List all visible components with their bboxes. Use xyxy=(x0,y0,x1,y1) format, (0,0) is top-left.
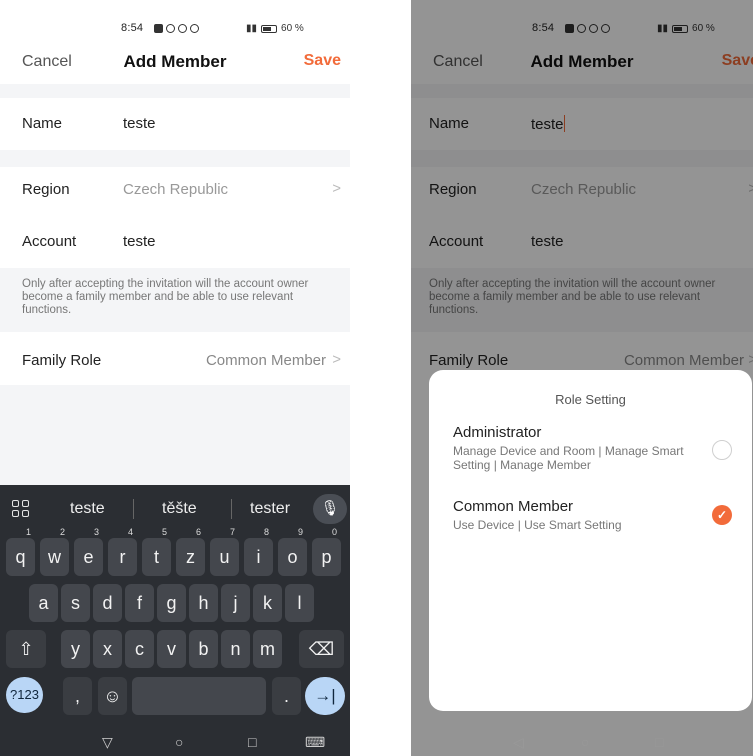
key-g[interactable]: g xyxy=(157,584,186,622)
role-option-desc: Use Device | Use Smart Setting xyxy=(453,518,622,532)
key-t[interactable]: t5 xyxy=(142,528,171,576)
comma-key[interactable]: , xyxy=(63,677,92,715)
nav-recents-icon[interactable]: □ xyxy=(248,734,256,750)
name-label: Name xyxy=(22,115,63,132)
key-c[interactable]: c xyxy=(125,630,154,668)
keyboard-switch-icon[interactable]: ⌨ xyxy=(305,734,325,751)
suggestion-item[interactable]: tester xyxy=(250,500,290,518)
key-p[interactable]: p0 xyxy=(312,528,341,576)
key-i[interactable]: i8 xyxy=(244,528,273,576)
section-divider xyxy=(0,150,350,167)
app-notification-icon xyxy=(178,24,187,33)
key-d[interactable]: d xyxy=(93,584,122,622)
page-title: Add Member xyxy=(123,52,227,71)
key-n[interactable]: n xyxy=(221,630,250,668)
key-b[interactable]: b xyxy=(189,630,218,668)
shift-icon[interactable]: ⇧ xyxy=(6,630,46,668)
key-row-3: ⇧ y x c v b n m ⌫ xyxy=(0,630,350,670)
key-s[interactable]: s xyxy=(61,584,90,622)
sheet-title: Role Setting xyxy=(555,392,626,407)
save-button[interactable]: Save xyxy=(304,52,341,70)
name-input[interactable]: teste xyxy=(123,115,156,132)
num-symbols-key[interactable]: ?123 xyxy=(6,677,43,713)
radio-unchecked-icon[interactable] xyxy=(712,440,732,460)
account-label: Account xyxy=(22,233,77,250)
space-key[interactable] xyxy=(132,677,266,715)
notification-icons xyxy=(154,24,199,33)
key-e[interactable]: e3 xyxy=(74,528,103,576)
key-v[interactable]: v xyxy=(157,630,186,668)
name-row[interactable]: Name teste xyxy=(0,101,350,147)
soft-keyboard: teste těšte tester 🎙 q1 w2 e3 r4 t5 z6 u… xyxy=(0,485,350,756)
key-o[interactable]: o9 xyxy=(278,528,307,576)
key-w[interactable]: w2 xyxy=(40,528,69,576)
left-screen: 8:54 ▮▮ 60 % Cancel Add Member Save Name… xyxy=(0,0,350,756)
emoji-icon[interactable]: ☺ xyxy=(98,677,127,715)
backspace-icon[interactable]: ⌫ xyxy=(299,630,344,668)
signal-icon: ▮▮ xyxy=(246,23,258,34)
role-option-administrator[interactable]: Administrator Manage Device and Room | M… xyxy=(453,424,732,472)
period-key[interactable]: . xyxy=(272,677,301,715)
key-row-2: a s d f g h j k l xyxy=(0,584,350,624)
suggestion-divider xyxy=(133,499,134,519)
key-k[interactable]: k xyxy=(253,584,282,622)
apps-grid-icon[interactable] xyxy=(12,500,29,517)
region-label: Region xyxy=(22,181,70,198)
empty-area xyxy=(0,385,350,485)
role-option-title: Administrator xyxy=(453,424,542,441)
battery-level: 60 % xyxy=(281,23,304,34)
key-u[interactable]: u7 xyxy=(210,528,239,576)
family-role-label: Family Role xyxy=(22,352,102,369)
nav-back-icon[interactable]: ◁ xyxy=(513,734,524,751)
key-m[interactable]: m xyxy=(253,630,282,668)
mic-icon[interactable]: 🎙 xyxy=(313,494,347,524)
role-setting-sheet: Role Setting Administrator Manage Device… xyxy=(429,370,752,711)
family-role-row[interactable]: Family Role Common Member > xyxy=(0,338,350,384)
checkmark-icon[interactable]: ✓ xyxy=(712,505,732,525)
key-row-1: q1 w2 e3 r4 t5 z6 u7 i8 o9 p0 xyxy=(0,528,350,578)
status-bar: 8:54 ▮▮ 60 % xyxy=(0,22,350,42)
key-l[interactable]: l xyxy=(285,584,314,622)
suggestion-item[interactable]: těšte xyxy=(162,500,197,518)
battery-icon xyxy=(261,24,278,33)
top-nav: Cancel Add Member Save xyxy=(0,46,350,82)
enter-tab-icon[interactable]: →| xyxy=(305,677,345,715)
system-nav-bar: ▽ ○ □ ⌨ xyxy=(0,734,350,756)
nav-back-icon[interactable]: ▽ xyxy=(102,734,113,751)
chevron-right-icon: > xyxy=(332,180,341,197)
key-a[interactable]: a xyxy=(29,584,58,622)
suggestion-item[interactable]: teste xyxy=(70,500,105,518)
key-x[interactable]: x xyxy=(93,630,122,668)
key-f[interactable]: f xyxy=(125,584,154,622)
suggestion-divider xyxy=(231,499,232,519)
key-h[interactable]: h xyxy=(189,584,218,622)
section-divider xyxy=(0,84,350,98)
app-notification-icon xyxy=(154,24,163,33)
nav-home-icon[interactable]: ○ xyxy=(581,734,589,750)
nav-recents-icon[interactable]: □ xyxy=(655,734,663,750)
region-row[interactable]: Region Czech Republic > xyxy=(0,167,350,213)
chevron-right-icon: > xyxy=(332,351,341,368)
role-option-desc: Manage Device and Room | Manage Smart Se… xyxy=(453,444,684,472)
system-status-icons: ▮▮ 60 % xyxy=(246,23,304,34)
suggestion-strip: teste těšte tester 🎙 xyxy=(0,485,350,533)
key-q[interactable]: q1 xyxy=(6,528,35,576)
invitation-note: Only after accepting the invitation will… xyxy=(0,268,350,332)
right-screen: 8:54 ▮▮ 60 % Cancel Add Member Save Name… xyxy=(411,0,753,756)
nav-home-icon[interactable]: ○ xyxy=(175,734,183,750)
region-value: Czech Republic xyxy=(123,181,229,198)
account-input[interactable]: teste xyxy=(123,233,156,250)
key-z[interactable]: z6 xyxy=(176,528,205,576)
key-r[interactable]: r4 xyxy=(108,528,137,576)
app-notification-icon xyxy=(166,24,175,33)
key-row-4: ?123 , ☺ . →| xyxy=(0,677,350,717)
role-option-common-member[interactable]: Common Member Use Device | Use Smart Set… xyxy=(453,498,732,532)
family-role-value: Common Member xyxy=(205,352,326,369)
account-row[interactable]: Account teste xyxy=(0,219,350,265)
status-time: 8:54 xyxy=(121,22,144,34)
role-option-title: Common Member xyxy=(453,498,574,515)
app-notification-icon xyxy=(190,24,199,33)
key-j[interactable]: j xyxy=(221,584,250,622)
key-y[interactable]: y xyxy=(61,630,90,668)
